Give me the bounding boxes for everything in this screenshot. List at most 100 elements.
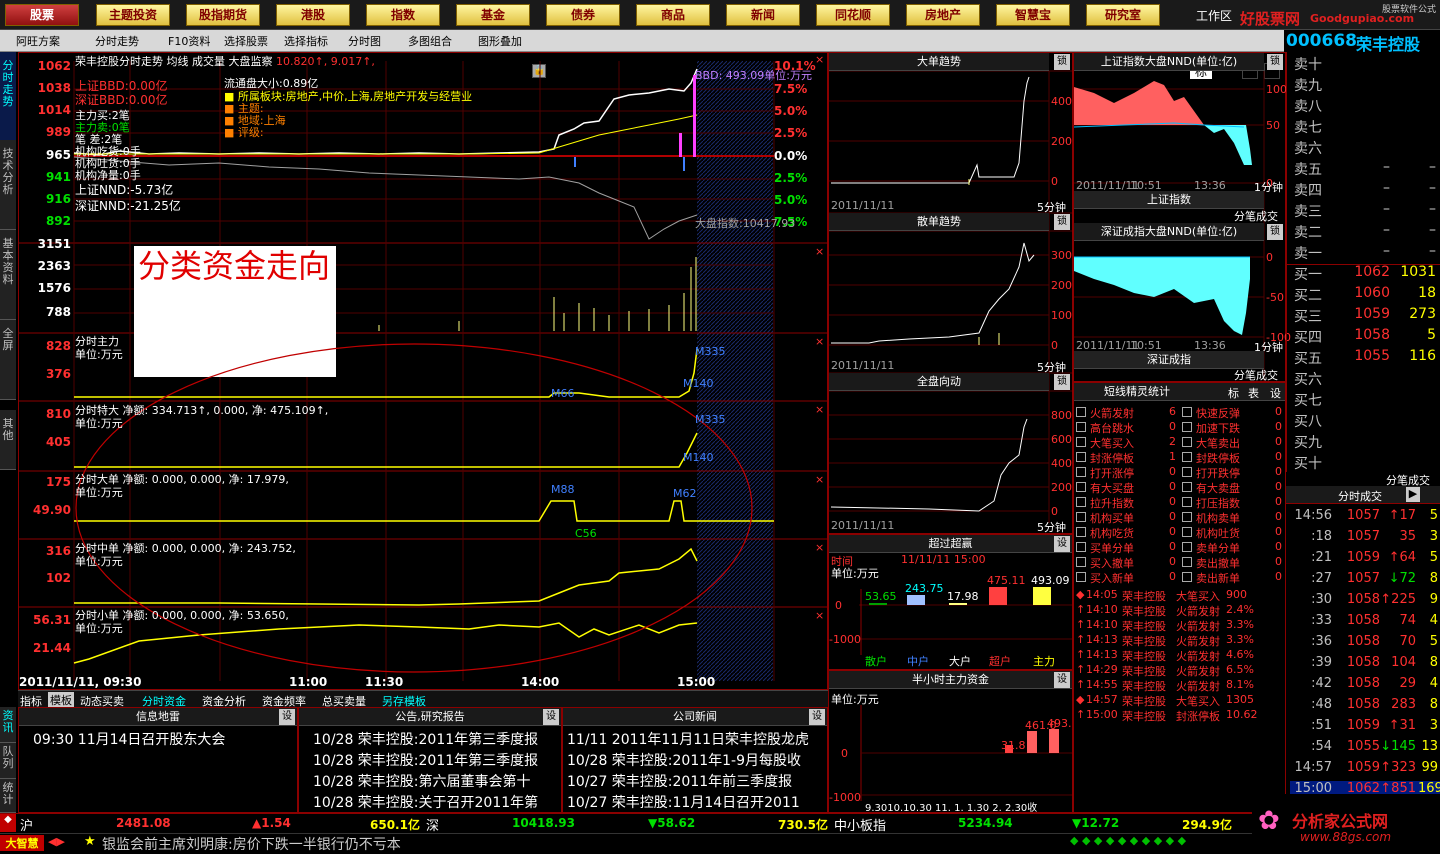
tick-row[interactable]: :39 1058 104 8 [1290, 655, 1440, 676]
tool-select-indicator[interactable]: 选择指标 [284, 33, 328, 49]
chart-tab-monitor[interactable]: 大盘监察 [229, 55, 273, 68]
mid-panel3-lock[interactable]: 锁 [1054, 374, 1070, 390]
close-icon[interactable]: × [815, 335, 824, 348]
tick-row[interactable]: :36 1058 70 5 [1290, 634, 1440, 655]
orderbook-buy-row[interactable]: 买七 [1290, 390, 1440, 411]
mid-panel1-lock[interactable]: 锁 [1054, 54, 1070, 70]
checkbox-icon[interactable] [1182, 572, 1192, 582]
checkbox-icon[interactable] [1076, 452, 1086, 462]
nav-bond[interactable]: 债券 [546, 4, 620, 26]
alert-item[interactable]: ↑ 14:10 荣丰控股 火箭发射 3.3% [1076, 618, 1286, 633]
tick-row[interactable]: :30 1058 ↑225 9 [1290, 592, 1440, 613]
signal-item[interactable]: 加速下跌 0 [1182, 420, 1286, 435]
orderbook-sell-row[interactable]: 卖八 [1290, 96, 1440, 117]
tick-row[interactable]: :21 1059 ↑64 5 [1290, 550, 1440, 571]
signal-item[interactable]: 有大买盘 0 [1076, 480, 1180, 495]
alert-item[interactable]: ◆ 14:05 荣丰控股 大笔买入 900 [1076, 588, 1286, 603]
orderbook-buy-row[interactable]: 买十 [1290, 453, 1440, 474]
alert-item[interactable]: ↑ 14:13 荣丰控股 火箭发射 3.3% [1076, 633, 1286, 648]
tool-select-stock[interactable]: 选择股票 [224, 33, 268, 49]
company-news-item[interactable]: 10/28 荣丰控股:2011年1-9月每股收 [567, 750, 821, 771]
nnd-sh-bottom-right[interactable]: 分笔成交 [1234, 208, 1278, 224]
signal-item[interactable]: 打压指数 0 [1182, 495, 1286, 510]
announcement-settings[interactable]: 设 [543, 709, 559, 725]
announcement-item[interactable]: 10/28 荣丰控股:2011年第三季度报 [313, 729, 561, 750]
company-news-item[interactable]: 10/27 荣丰控股:2011年前三季度报 [567, 771, 821, 792]
signal-item[interactable]: 机构吃货 0 [1076, 525, 1180, 540]
side-tab-fenshi[interactable]: 分时走势 [0, 52, 16, 152]
orderbook-sell-row[interactable]: 卖四 – – [1290, 180, 1440, 201]
checkbox-icon[interactable] [1076, 512, 1086, 522]
checkbox-icon[interactable] [1182, 437, 1192, 447]
signal-item[interactable]: 拉升指数 0 [1076, 495, 1180, 510]
orderbook-sell-row[interactable]: 卖五 – – [1290, 159, 1440, 180]
checkbox-icon[interactable] [1182, 512, 1192, 522]
alert-item[interactable]: ↑ 14:10 荣丰控股 火箭发射 2.4% [1076, 603, 1286, 618]
nav-research[interactable]: 研究室 [1086, 4, 1160, 26]
nav-futures[interactable]: 股指期货 [186, 4, 260, 26]
tick-row[interactable]: :54 1055 ↓145 13 [1290, 739, 1440, 760]
orderbook-buy-row[interactable]: 买九 [1290, 432, 1440, 453]
signal-item[interactable]: 打开涨停 0 [1076, 465, 1180, 480]
orderbook-sell-row[interactable]: 卖七 [1290, 117, 1440, 138]
orderbook-buy-row[interactable]: 买一 1062 1031 [1290, 264, 1440, 285]
close-icon[interactable]: × [815, 53, 824, 66]
tool-multi-chart[interactable]: 多图组合 [408, 33, 452, 49]
announcement-item[interactable]: 10/28 荣丰控股:第六届董事会第十 [313, 771, 561, 792]
info-mine-item[interactable]: 09:30 11月14日召开股东大会 [33, 729, 293, 750]
btab-template[interactable]: 模板 [48, 692, 74, 708]
checkbox-icon[interactable] [1076, 467, 1086, 477]
alert-item[interactable]: ↑ 14:29 荣丰控股 火箭发射 6.5% [1076, 663, 1286, 678]
close-icon[interactable]: × [815, 541, 824, 554]
chart-tab-ma[interactable]: 均线 [167, 55, 189, 68]
nnd-sh-bottom[interactable]: 上证指数 [1074, 191, 1264, 209]
signal-item[interactable]: 机构卖单 0 [1182, 510, 1286, 525]
orderbook-sell-row[interactable]: 卖三 – – [1290, 201, 1440, 222]
signal-item[interactable]: 机构买单 0 [1076, 510, 1180, 525]
checkbox-icon[interactable] [1076, 422, 1086, 432]
checkbox-icon[interactable] [1182, 452, 1192, 462]
signal-item[interactable]: 火箭发射 6 [1076, 405, 1180, 420]
announcement-item[interactable]: 10/28 荣丰控股:关于召开2011年第 [313, 792, 561, 813]
checkbox-icon[interactable] [1076, 527, 1086, 537]
checkbox-icon[interactable] [1076, 407, 1086, 417]
close-icon[interactable]: × [815, 473, 824, 486]
checkbox-icon[interactable] [1182, 407, 1192, 417]
tool-fenshitu[interactable]: 分时图 [348, 33, 381, 49]
nnd-sz-lock[interactable]: 锁 [1267, 224, 1283, 240]
workspace-label[interactable]: 工作区 [1196, 7, 1232, 24]
sz-label[interactable]: 深 [426, 815, 439, 834]
signal-item[interactable]: 买入新单 0 [1076, 570, 1180, 585]
signal-item[interactable]: 有大卖盘 0 [1182, 480, 1286, 495]
tick-row[interactable]: 14:56 1057 ↑17 5 [1290, 508, 1440, 529]
company-news-item[interactable]: 11/11 2011年11月11日荣丰控股龙虎 [567, 729, 821, 750]
orderbook-buy-row[interactable]: 买四 1058 5 [1290, 327, 1440, 348]
announcement-item[interactable]: 10/28 荣丰控股:2011年第三季度报 [313, 750, 561, 771]
orderbook-sell-row[interactable]: 卖九 [1290, 75, 1440, 96]
tool-f10[interactable]: F10资料 [168, 33, 210, 49]
signal-item[interactable]: 卖单分单 0 [1182, 540, 1286, 555]
ticks-next-icon[interactable]: ▶ [1406, 487, 1420, 502]
alert-item[interactable]: ↑ 14:55 荣丰控股 火箭发射 8.1% [1076, 678, 1286, 693]
orderbook-sell-row[interactable]: 卖十 [1290, 54, 1440, 75]
nnd-sh-lock[interactable]: 锁 [1267, 54, 1283, 70]
checkbox-icon[interactable] [1076, 557, 1086, 567]
checkbox-icon[interactable] [1076, 497, 1086, 507]
close-icon[interactable]: × [815, 245, 824, 258]
checkbox-icon[interactable] [1182, 467, 1192, 477]
signal-item[interactable]: 卖出新单 0 [1182, 570, 1286, 585]
signal-item[interactable]: 快速反弹 0 [1182, 405, 1286, 420]
side-tab-other[interactable]: 其他 [0, 410, 16, 470]
nav-fund[interactable]: 基金 [456, 4, 530, 26]
tool-overlay[interactable]: 图形叠加 [478, 33, 522, 49]
checkbox-icon[interactable] [1182, 557, 1192, 567]
tool-fenshi[interactable]: 分时走势 [95, 33, 139, 49]
orderbook-buy-row[interactable]: 买三 1059 273 [1290, 306, 1440, 327]
halfhour-settings[interactable]: 设 [1054, 672, 1070, 688]
checkbox-icon[interactable] [1182, 542, 1192, 552]
nav-index[interactable]: 指数 [366, 4, 440, 26]
company-news-item[interactable]: 10/27 荣丰控股:11月14日召开2011 [567, 792, 821, 813]
close-icon[interactable]: × [815, 609, 824, 622]
signal-item[interactable]: 买单分单 0 [1076, 540, 1180, 555]
side-tab-info[interactable]: 资讯 [0, 707, 16, 743]
